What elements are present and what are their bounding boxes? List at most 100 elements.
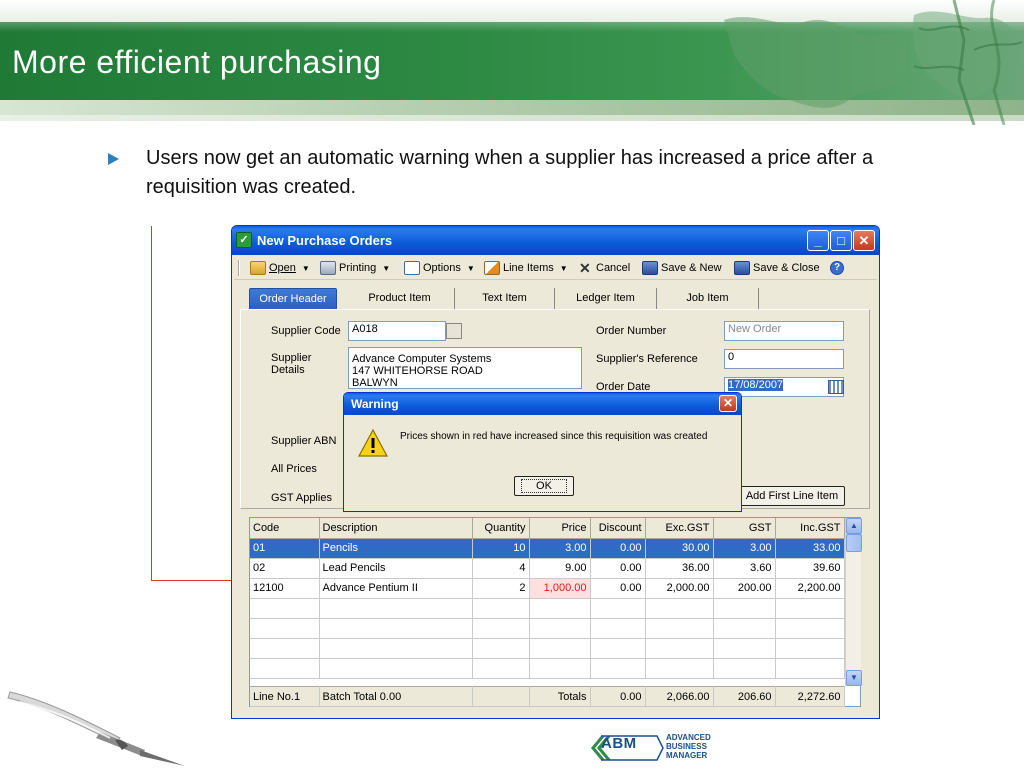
tab-text-item[interactable]: Text Item [455,288,555,310]
order-date-field[interactable]: 17/08/2007 [724,377,844,397]
table-row[interactable]: 02 Lead Pencils 4 9.00 0.00 36.00 3.60 39.60 [250,558,845,579]
dropdown-caret-icon[interactable]: ▼ [382,264,390,273]
cell-description[interactable]: Advance Pentium II [319,578,473,599]
cell-price[interactable] [529,658,591,679]
cell-code[interactable]: 02 [250,558,320,579]
cell-exc-gst[interactable]: 2,000.00 [645,578,714,599]
empty-table-row[interactable] [250,638,845,659]
cell-gst[interactable] [713,598,776,619]
cell-description[interactable] [319,618,473,639]
dialog-close-button[interactable]: ✕ [719,395,737,412]
cell-quantity[interactable] [472,598,530,619]
scroll-down-icon[interactable]: ▼ [846,670,862,686]
cell-gst[interactable] [713,658,776,679]
options-button[interactable]: Options ▼ [404,259,475,277]
cell-discount[interactable] [590,598,646,619]
maximize-button[interactable]: □ [830,230,852,251]
window-titlebar[interactable]: ✓ New Purchase Orders _ □ ✕ [232,226,879,255]
cell-description[interactable]: Pencils [319,538,473,559]
cancel-button[interactable]: ✕ Cancel [579,259,630,277]
cell-description[interactable] [319,598,473,619]
cell-quantity[interactable] [472,638,530,659]
cell-price[interactable] [529,598,591,619]
supplier-reference-field[interactable]: 0 [724,349,844,369]
cell-exc-gst[interactable] [645,658,714,679]
column-header-inc-gst[interactable]: Inc.GST [775,518,845,539]
column-header-code[interactable]: Code [250,518,320,539]
empty-table-row[interactable] [250,658,845,679]
cell-quantity[interactable] [472,658,530,679]
cell-code[interactable]: 12100 [250,578,320,599]
dropdown-caret-icon[interactable]: ▼ [560,264,568,273]
cell-discount[interactable]: 0.00 [590,538,646,559]
cell-exc-gst[interactable]: 30.00 [645,538,714,559]
cell-gst[interactable]: 3.60 [713,558,776,579]
cell-price[interactable]: 1,000.00 [529,578,591,599]
cell-exc-gst[interactable] [645,638,714,659]
empty-table-row[interactable] [250,618,845,639]
dropdown-caret-icon[interactable]: ▼ [302,264,310,273]
cell-price[interactable]: 3.00 [529,538,591,559]
save-close-button[interactable]: Save & Close [734,259,820,277]
cell-inc-gst[interactable] [775,618,845,639]
minimize-button[interactable]: _ [807,230,829,251]
cell-code[interactable] [250,598,320,619]
cell-gst[interactable]: 200.00 [713,578,776,599]
tab-job-item[interactable]: Job Item [657,288,759,310]
cell-discount[interactable] [590,638,646,659]
table-row[interactable]: 01 Pencils 10 3.00 0.00 30.00 3.00 33.00 [250,538,845,559]
cell-code[interactable] [250,638,320,659]
cell-price[interactable] [529,638,591,659]
cell-quantity[interactable]: 2 [472,578,530,599]
cell-price[interactable] [529,618,591,639]
cell-gst[interactable] [713,638,776,659]
close-button[interactable]: ✕ [853,230,875,251]
cell-quantity[interactable]: 4 [472,558,530,579]
cell-discount[interactable]: 0.00 [590,578,646,599]
cell-exc-gst[interactable]: 36.00 [645,558,714,579]
cell-price[interactable]: 9.00 [529,558,591,579]
empty-table-row[interactable] [250,598,845,619]
cell-description[interactable]: Lead Pencils [319,558,473,579]
column-header-quantity[interactable]: Quantity [472,518,530,539]
cell-code[interactable] [250,658,320,679]
calendar-icon[interactable] [828,380,844,394]
cell-discount[interactable]: 0.00 [590,558,646,579]
cell-inc-gst[interactable] [775,598,845,619]
cell-discount[interactable] [590,658,646,679]
lookup-icon[interactable] [446,323,462,339]
cell-code[interactable] [250,618,320,639]
cell-inc-gst[interactable] [775,638,845,659]
scroll-up-icon[interactable]: ▲ [846,518,862,534]
column-header-exc-gst[interactable]: Exc.GST [645,518,714,539]
ok-button[interactable]: OK [514,476,574,496]
add-first-line-item-button[interactable]: Add First Line Item [739,486,845,506]
table-row[interactable]: 12100 Advance Pentium II 2 1,000.00 0.00 2,00… [250,578,845,599]
cell-inc-gst[interactable]: 39.60 [775,558,845,579]
printing-button[interactable]: Printing ▼ [320,259,390,277]
vertical-scrollbar[interactable]: ▲ ▼ [845,518,862,686]
cell-exc-gst[interactable] [645,598,714,619]
supplier-details-field[interactable]: Advance Computer Systems 147 WHITEHORSE … [348,347,582,389]
column-header-price[interactable]: Price [529,518,591,539]
column-header-discount[interactable]: Discount [590,518,646,539]
cell-gst[interactable] [713,618,776,639]
tab-order-header[interactable]: Order Header [249,288,337,310]
cell-exc-gst[interactable] [645,618,714,639]
save-new-button[interactable]: Save & New [642,259,722,277]
supplier-code-field[interactable]: A018 [348,321,446,341]
dropdown-caret-icon[interactable]: ▼ [467,264,475,273]
line-items-button[interactable]: Line Items ▼ [484,259,568,277]
scroll-thumb[interactable] [846,534,862,552]
cell-inc-gst[interactable]: 33.00 [775,538,845,559]
cell-gst[interactable]: 3.00 [713,538,776,559]
cell-discount[interactable] [590,618,646,639]
open-button[interactable]: Open ▼ [250,259,310,277]
column-header-description[interactable]: Description [319,518,473,539]
tab-product-item[interactable]: Product Item [345,288,455,310]
dialog-titlebar[interactable]: Warning ✕ [344,393,741,415]
cell-quantity[interactable]: 10 [472,538,530,559]
cell-inc-gst[interactable] [775,658,845,679]
tab-ledger-item[interactable]: Ledger Item [555,288,657,310]
cell-inc-gst[interactable]: 2,200.00 [775,578,845,599]
